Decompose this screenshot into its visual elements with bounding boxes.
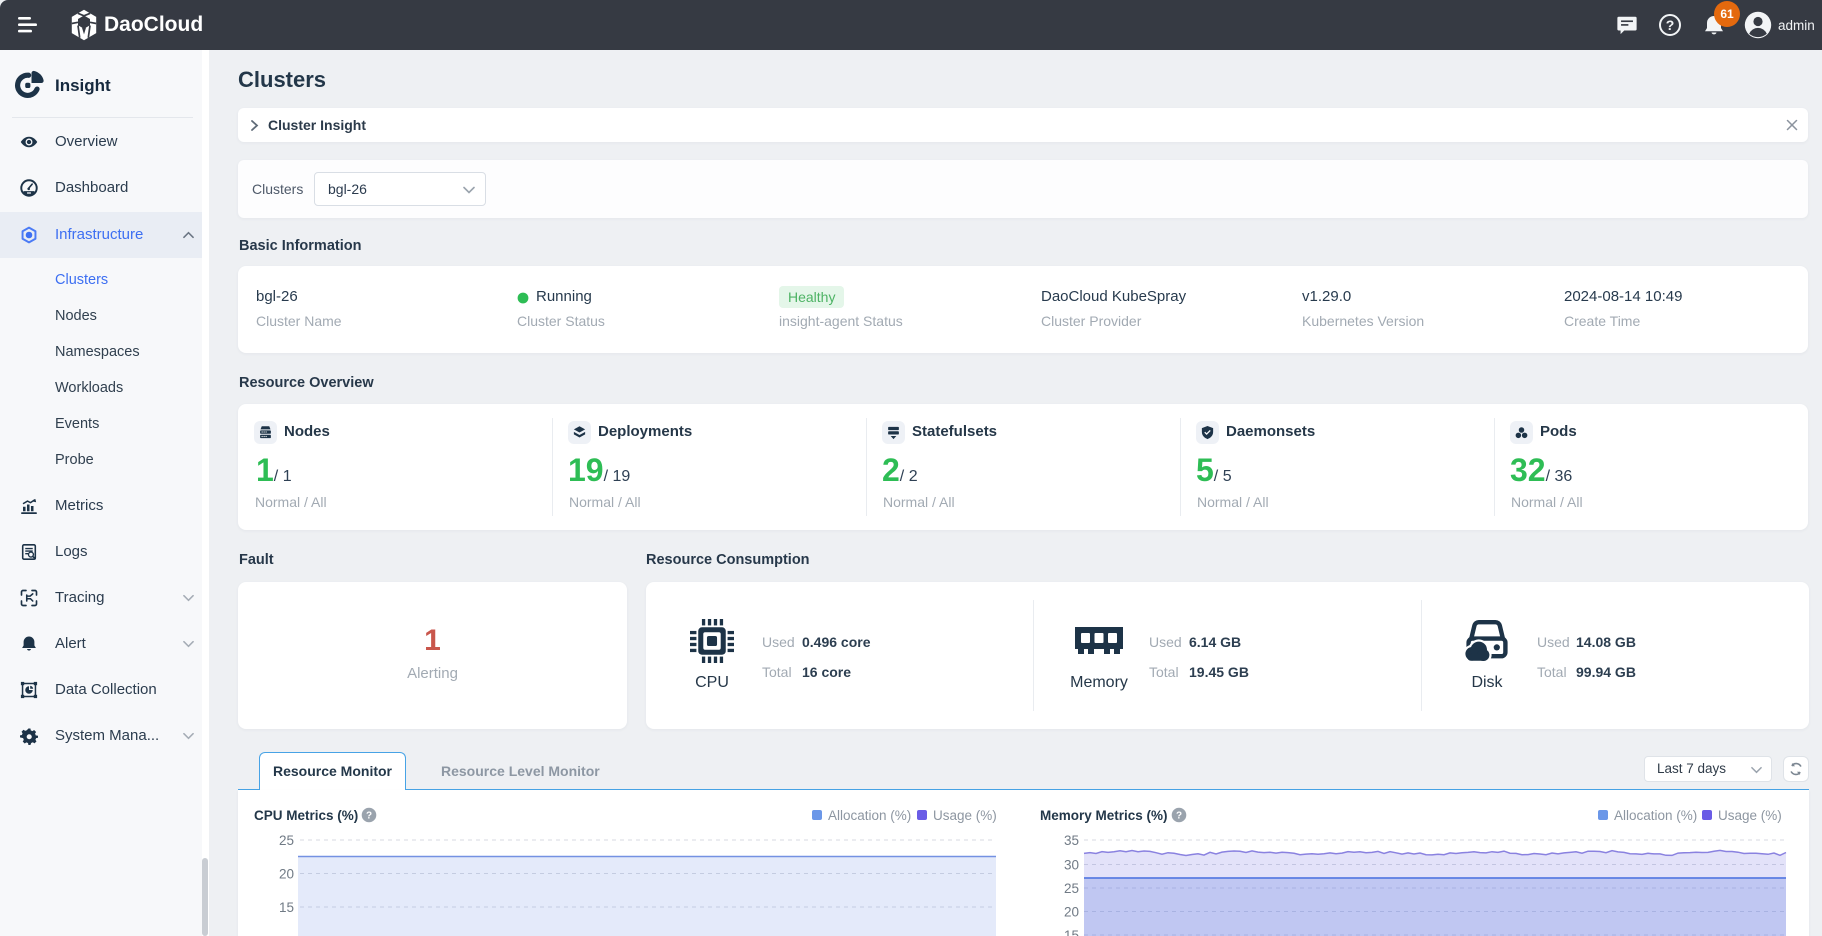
svg-text:20: 20 [1064,905,1079,920]
svg-text:?: ? [1176,811,1182,822]
svg-text:20: 20 [279,867,294,882]
svg-text:15: 15 [279,900,294,915]
svg-text:?: ? [366,811,372,822]
svg-text:25: 25 [279,833,294,848]
svg-text:?: ? [1666,17,1675,33]
svg-text:15: 15 [1064,928,1079,936]
svg-text:25: 25 [1064,881,1079,896]
svg-text:30: 30 [1064,858,1079,873]
svg-text:35: 35 [1064,833,1079,848]
